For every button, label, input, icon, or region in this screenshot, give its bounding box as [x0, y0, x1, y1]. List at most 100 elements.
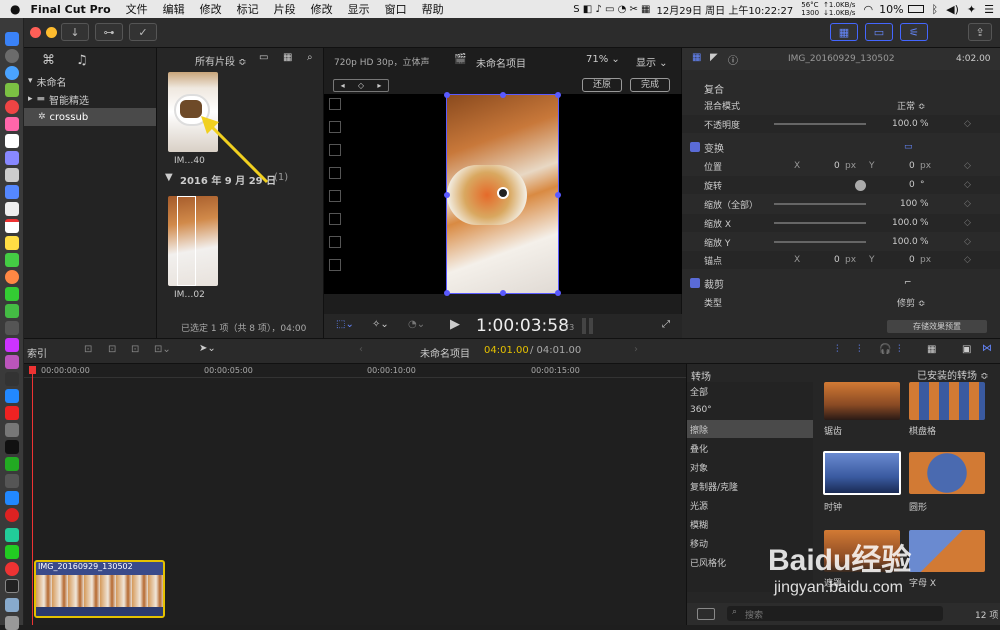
position-row[interactable]: 位置 X 0 px Y 0 px ◇ — [682, 157, 1000, 175]
view-menu[interactable]: 显示 ⌄ — [636, 54, 668, 69]
transitions-browser-icon[interactable]: ⋈ — [982, 343, 992, 354]
keyframe-icon[interactable]: ◇ — [964, 237, 971, 247]
menu-edit[interactable]: 编辑 — [163, 1, 185, 17]
category-item[interactable]: 模糊 — [687, 515, 813, 533]
app-icon[interactable] — [5, 423, 19, 437]
handle[interactable] — [555, 92, 561, 98]
notes-icon[interactable] — [5, 236, 19, 250]
anchor-x[interactable]: 0 — [834, 255, 840, 265]
timeline-forward-icon[interactable]: › — [634, 344, 638, 355]
app-icon[interactable] — [5, 185, 19, 199]
play-button[interactable]: ▶ — [450, 317, 460, 332]
bluetooth-icon[interactable]: ᛒ — [932, 3, 939, 16]
keywords-button[interactable]: ⊶ — [95, 23, 123, 41]
overwrite-clip-icon[interactable]: ⊡⌄ — [154, 344, 171, 355]
clip-filter-menu[interactable]: 所有片段 ≎ — [195, 53, 247, 68]
photos-icon[interactable] — [5, 117, 19, 131]
app-icon[interactable] — [5, 491, 19, 505]
keyframe-icon[interactable]: ◇ — [964, 255, 971, 265]
facetime-icon[interactable] — [5, 304, 19, 318]
keyframe-icon[interactable]: ◇ — [964, 119, 971, 129]
blend-mode-row[interactable]: 混合模式 正常 ≎ — [682, 96, 1000, 114]
keyframe-icon[interactable]: ◇ — [964, 180, 971, 190]
transition-thumb-checkerboard[interactable] — [909, 382, 985, 420]
revert-button[interactable]: 还原 — [582, 78, 622, 92]
position-y[interactable]: 0 — [909, 161, 915, 171]
transition-thumb-circle[interactable] — [909, 452, 985, 494]
category-item[interactable]: 移动 — [687, 534, 813, 552]
handle[interactable] — [444, 290, 450, 296]
libraries-icon[interactable]: ⌘ — [42, 53, 55, 68]
clip-appearance-icon[interactable]: ▭ — [259, 52, 268, 63]
opacity-slider[interactable] — [774, 123, 866, 125]
timeline-back-icon[interactable]: ‹ — [359, 344, 363, 355]
menu-view[interactable]: 显示 — [348, 1, 370, 17]
app-icon[interactable] — [5, 355, 19, 369]
battery-icon[interactable] — [907, 5, 924, 13]
show-browser-button[interactable]: ▦ — [830, 23, 858, 41]
app-icon[interactable] — [5, 406, 19, 420]
prev-keyframe-icon[interactable]: ◂ — [341, 81, 345, 90]
video-canvas[interactable] — [324, 92, 682, 296]
app-icon[interactable] — [5, 457, 19, 471]
audio-skimming-icon[interactable]: ⫶ — [858, 344, 861, 355]
wechat-icon[interactable] — [5, 545, 19, 559]
keyframe-nav[interactable]: ◂ ◇ ▸ — [333, 79, 389, 92]
app-icon[interactable] — [5, 321, 19, 335]
video-inspector-tab-icon[interactable]: ▦ — [692, 52, 701, 63]
enhance-menu-icon[interactable]: ✧⌄ — [372, 319, 389, 330]
import-button[interactable]: ↓ — [61, 23, 89, 41]
messages-icon[interactable] — [5, 287, 19, 301]
date-time[interactable]: 12月29日 周日 上午10:22:27 — [657, 2, 794, 17]
wifi-icon[interactable]: ◠ — [863, 3, 873, 16]
scale-x-slider[interactable] — [774, 222, 866, 224]
transitions-search-field[interactable]: ⌕ 搜索 — [727, 606, 943, 621]
transition-thumb-letter-x[interactable] — [909, 530, 985, 572]
app-icon[interactable] — [5, 528, 19, 542]
date-group-disclosure[interactable]: ▼ — [165, 172, 173, 183]
keyframe-icon[interactable]: ◇ — [964, 199, 971, 209]
timeline-clip[interactable]: IMG_20160929_130502 — [34, 560, 165, 618]
opacity-row[interactable]: 不透明度 100.0 % ◇ — [682, 115, 1000, 133]
app-icon[interactable] — [5, 372, 19, 386]
blend-mode-value[interactable]: 正常 ≎ — [897, 99, 925, 112]
app-icon[interactable] — [5, 338, 19, 352]
scale-y-row[interactable]: 缩放 Y 100.0 % ◇ — [682, 233, 1000, 251]
headphones-icon[interactable]: 🎧 — [879, 344, 891, 355]
terminal-icon[interactable] — [5, 440, 19, 454]
trash-icon[interactable] — [5, 616, 19, 630]
category-item[interactable]: 光源 — [687, 496, 813, 514]
connect-clip-icon[interactable]: ⊡ — [84, 344, 92, 355]
done-button[interactable]: 完成 — [630, 78, 670, 92]
library-root[interactable]: ▾ 未命名 — [24, 72, 156, 90]
show-inspector-button[interactable]: ⚟ — [900, 23, 928, 41]
menu-clip[interactable]: 片段 — [274, 1, 296, 17]
app-icon[interactable] — [5, 474, 19, 488]
transition-thumb-mask[interactable] — [824, 530, 900, 572]
launchpad-icon[interactable] — [5, 49, 19, 63]
photos-audio-icon[interactable]: ♫ — [76, 53, 88, 68]
keyframe-icon[interactable]: ◇ — [964, 161, 971, 171]
volume-icon[interactable]: ◀) — [946, 3, 959, 16]
library-item-smart-collections[interactable]: ▸ ▬ 智能精选 — [24, 90, 156, 108]
playhead-marker[interactable] — [29, 366, 36, 374]
menu-window[interactable]: 窗口 — [385, 1, 407, 17]
filmstrip-icon[interactable]: ▦ — [283, 52, 292, 63]
crop-type-row[interactable]: 类型 修剪 ≎ — [682, 293, 1000, 311]
save-effects-preset-button[interactable]: 存储效果预置 — [887, 320, 987, 333]
app-menu[interactable]: Final Cut Pro — [30, 3, 110, 16]
next-keyframe-icon[interactable]: ▸ — [377, 81, 381, 90]
scale-y-value[interactable]: 100.0 — [892, 237, 918, 247]
handle[interactable] — [555, 192, 561, 198]
app-icon[interactable] — [5, 151, 19, 165]
handle[interactable] — [500, 92, 506, 98]
keyframe-icon[interactable]: ◇ — [964, 218, 971, 228]
crop-type-value[interactable]: 修剪 ≎ — [897, 296, 925, 309]
finalcut-icon[interactable] — [5, 579, 19, 593]
siri-icon[interactable]: ✦ — [967, 3, 976, 16]
video-skimming-icon[interactable]: ⫶ — [836, 344, 839, 355]
window-close-button[interactable] — [30, 27, 41, 38]
transform-menu-icon[interactable]: ⬚⌄ — [336, 319, 354, 330]
snapping-icon[interactable]: ⫶ — [898, 344, 901, 355]
calendar-icon[interactable] — [5, 219, 19, 233]
